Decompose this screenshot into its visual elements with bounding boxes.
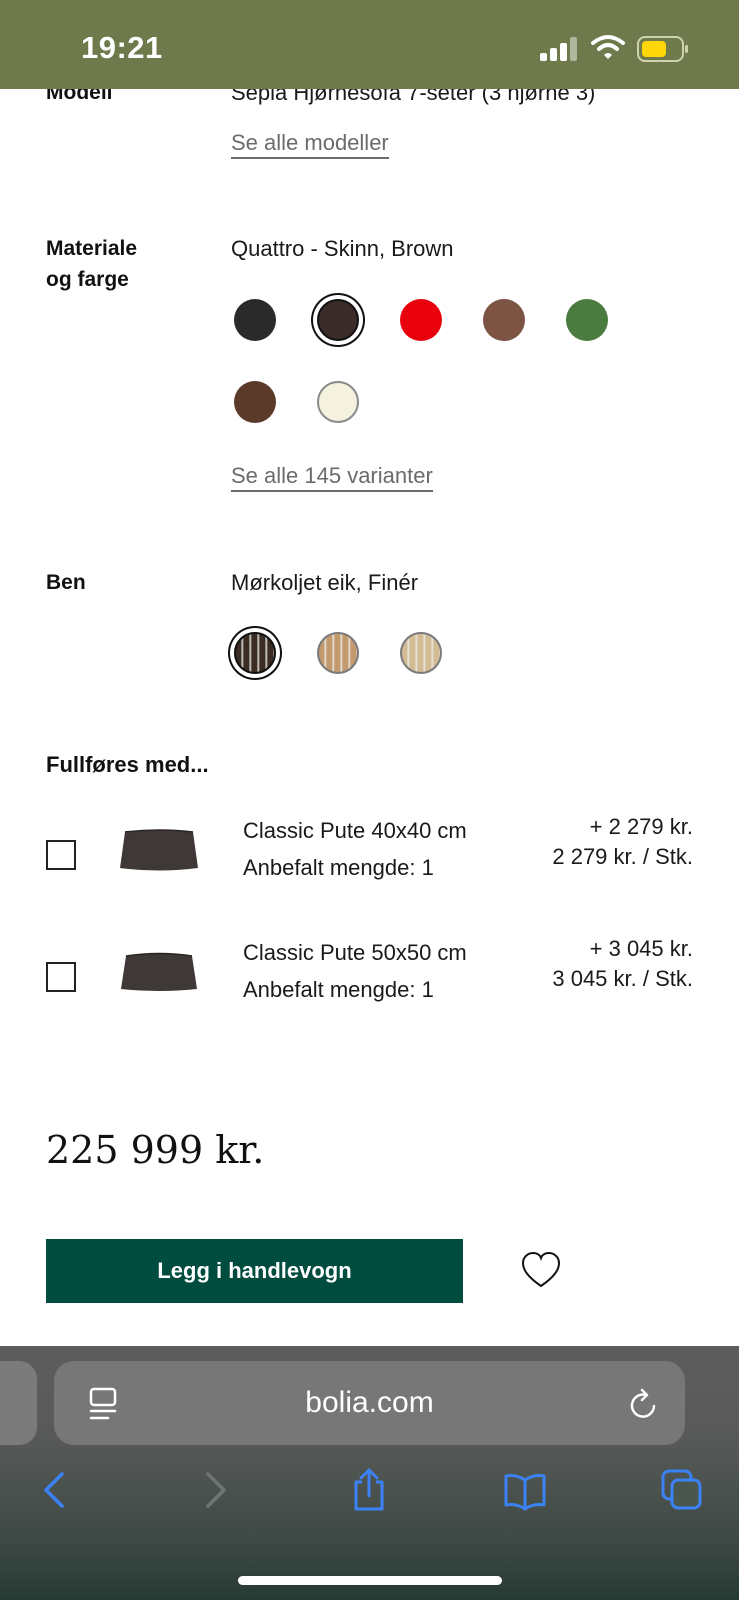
see-all-variants-link[interactable]: Se alle 145 varianter — [231, 463, 433, 492]
pillow-image — [120, 829, 198, 871]
legs-value: Mørkoljet eik, Finér — [231, 570, 419, 595]
pillow-image — [121, 952, 197, 991]
material-color-swatch[interactable] — [317, 381, 359, 423]
cellular-signal-icon — [540, 37, 578, 61]
bookmarks-icon[interactable] — [503, 1468, 547, 1512]
product-configurator: Modell Sepia Hjørnesofa 7-seter (3 hjørn… — [0, 0, 739, 1346]
battery-icon — [637, 36, 688, 62]
addon-qty: Anbefalt mengde: 1 — [243, 977, 434, 1002]
addons-title: Fullføres med... — [46, 752, 209, 777]
address-bar[interactable]: bolia.com — [54, 1361, 685, 1445]
addon-name: Classic Pute 50x50 cm — [243, 940, 467, 965]
url-text: bolia.com — [305, 1386, 434, 1419]
previous-tab-peek[interactable] — [0, 1361, 37, 1445]
forward-icon[interactable] — [192, 1468, 236, 1512]
status-bar: 19:21 — [0, 0, 739, 89]
addon-checkbox[interactable] — [46, 840, 76, 870]
addon-price: + 2 279 kr. — [589, 814, 693, 839]
addon-row: Classic Pute 50x50 cm Anbefalt mengde: 1… — [0, 934, 739, 1024]
addon-checkbox[interactable] — [46, 962, 76, 992]
material-label: Materiale og farge — [46, 233, 137, 295]
browser-toolbar: bolia.com — [0, 1346, 739, 1600]
reload-icon[interactable] — [627, 1387, 659, 1421]
material-color-swatch[interactable] — [483, 299, 525, 341]
material-color-swatch[interactable] — [317, 299, 359, 341]
wifi-icon — [591, 35, 625, 59]
share-icon[interactable] — [347, 1468, 391, 1512]
material-color-swatch[interactable] — [400, 299, 442, 341]
total-price: 225 999 kr. — [46, 1128, 265, 1172]
add-to-cart-button[interactable]: Legg i handlevogn — [46, 1239, 463, 1303]
addon-name: Classic Pute 40x40 cm — [243, 818, 467, 843]
addon-qty: Anbefalt mengde: 1 — [243, 855, 434, 880]
legs-wood-swatch[interactable] — [317, 632, 359, 674]
legs-wood-swatch[interactable] — [400, 632, 442, 674]
addon-unit-price: 2 279 kr. / Stk. — [552, 844, 693, 869]
home-indicator[interactable] — [238, 1576, 502, 1585]
material-label-line2: og farge — [46, 268, 129, 291]
legs-wood-swatch[interactable] — [234, 632, 276, 674]
back-icon[interactable] — [34, 1468, 78, 1512]
legs-label: Ben — [46, 571, 86, 594]
addon-price: + 3 045 kr. — [589, 936, 693, 961]
status-time: 19:21 — [81, 30, 163, 65]
material-color-swatch[interactable] — [234, 299, 276, 341]
addon-row: Classic Pute 40x40 cm Anbefalt mengde: 1… — [0, 812, 739, 902]
see-all-models-link[interactable]: Se alle modeller — [231, 130, 389, 159]
material-color-swatch[interactable] — [234, 381, 276, 423]
material-color-swatch[interactable] — [566, 299, 608, 341]
tabs-icon[interactable] — [660, 1468, 704, 1512]
addon-unit-price: 3 045 kr. / Stk. — [552, 966, 693, 991]
heart-icon[interactable] — [520, 1250, 562, 1290]
material-label-line1: Materiale — [46, 237, 138, 260]
material-value: Quattro - Skinn, Brown — [231, 236, 454, 261]
